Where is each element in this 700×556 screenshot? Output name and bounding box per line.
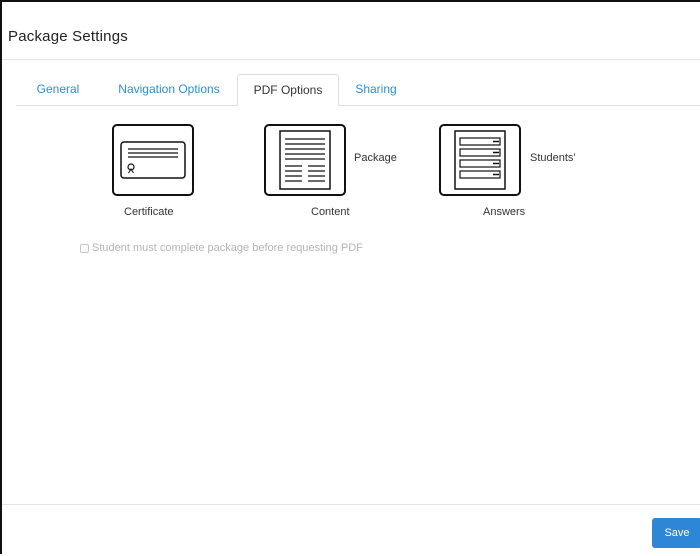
complete-before-pdf-label: Student must complete package before req… xyxy=(92,242,363,254)
tab-pdf-options[interactable]: PDF Options xyxy=(237,74,339,106)
certificate-label: Certificate xyxy=(124,206,174,218)
certificate-option[interactable] xyxy=(112,124,194,196)
package-content-option[interactable] xyxy=(264,124,346,196)
students-answers-label-line2: Answers xyxy=(483,206,526,218)
package-content-label-line1: Package xyxy=(354,152,397,164)
dialog-header: Package Settings xyxy=(2,2,700,60)
complete-before-pdf-checkbox[interactable] xyxy=(80,243,89,253)
tab-general[interactable]: General xyxy=(20,74,96,106)
dialog-footer xyxy=(2,504,700,556)
save-button[interactable]: Save xyxy=(652,518,700,548)
tab-bar: General Navigation Options PDF Options S… xyxy=(16,74,700,106)
dialog-title: Package Settings xyxy=(8,28,128,45)
students-answers-icon xyxy=(454,130,506,190)
certificate-icon xyxy=(120,141,186,179)
students-answers-label-line1: Students' xyxy=(530,152,576,164)
package-content-icon xyxy=(279,130,331,190)
tab-navigation-options[interactable]: Navigation Options xyxy=(104,74,234,106)
students-answers-option[interactable] xyxy=(439,124,521,196)
tab-sharing[interactable]: Sharing xyxy=(344,74,408,106)
complete-before-pdf-option[interactable]: Student must complete package before req… xyxy=(80,242,363,254)
package-settings-dialog: Package Settings General Navigation Opti… xyxy=(0,0,700,554)
package-content-label-line2: Content xyxy=(311,206,350,218)
